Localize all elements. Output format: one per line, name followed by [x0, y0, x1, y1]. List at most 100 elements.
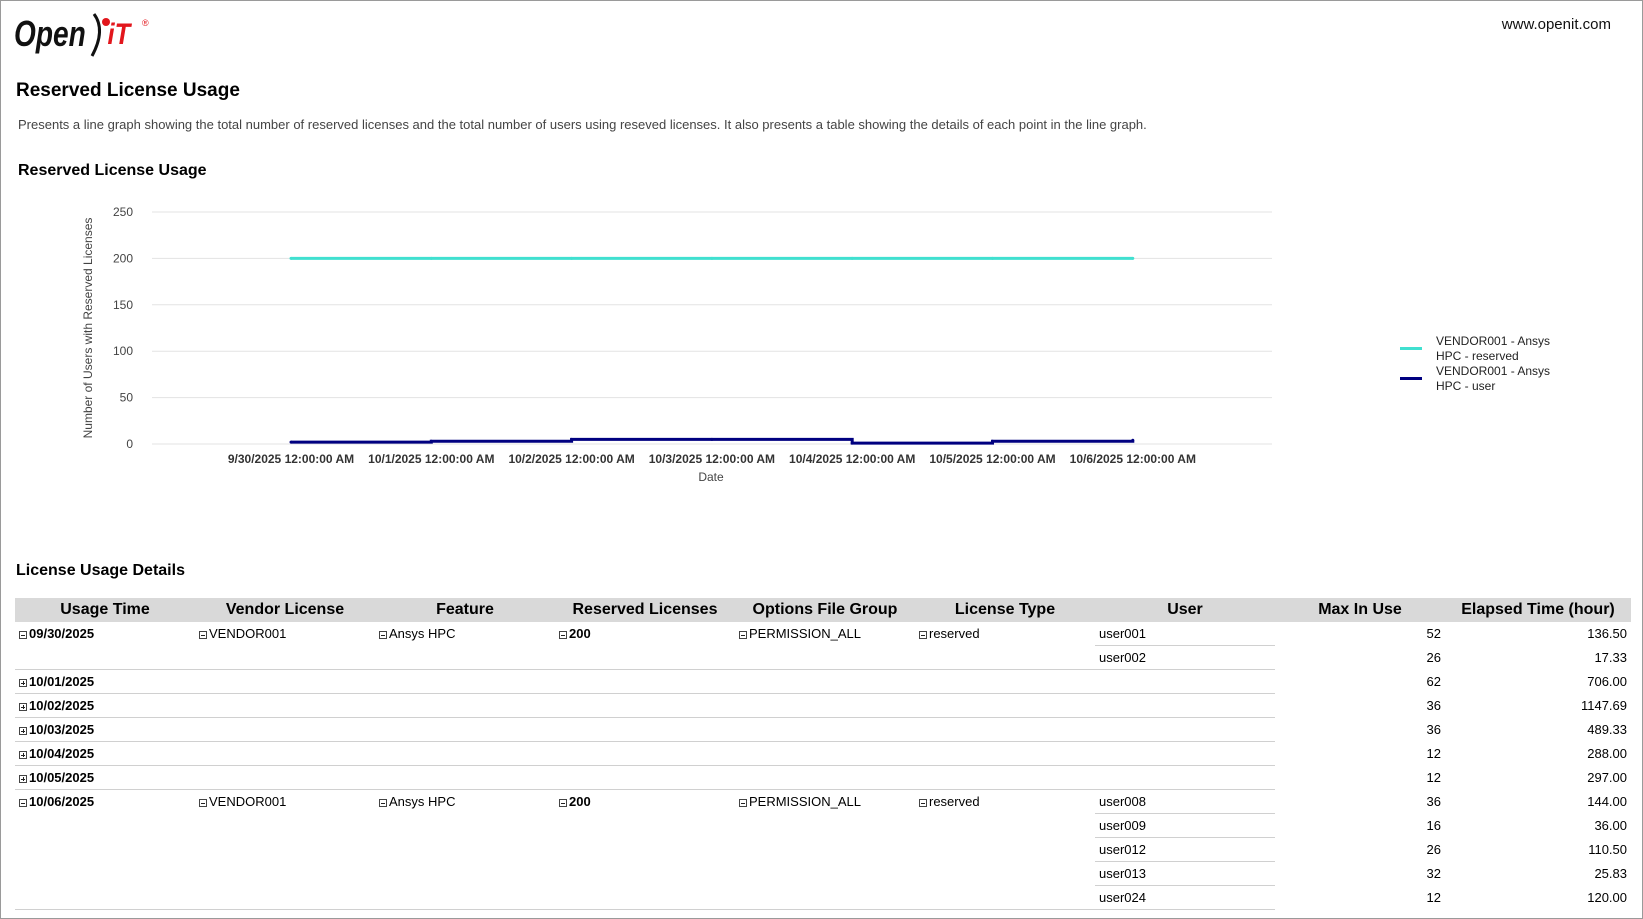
expand-icon[interactable] [19, 679, 27, 687]
reserved-count-cell [555, 838, 735, 862]
svg-text:iT: iT [108, 17, 132, 50]
user-name: user009 [1099, 818, 1146, 833]
empty-cell [735, 765, 915, 790]
usage-date: 10/01/2025 [29, 674, 95, 689]
collapse-icon[interactable] [19, 799, 27, 808]
reserved-count-cell [555, 645, 735, 670]
col-user[interactable]: User [1095, 598, 1275, 622]
y-tick-label: 150 [113, 298, 133, 312]
details-title: License Usage Details [16, 562, 185, 579]
vendor-license: VENDOR001 [209, 626, 287, 642]
empty-cell [915, 765, 1095, 790]
license-type-cell [915, 814, 1095, 838]
collapse-icon[interactable] [739, 631, 747, 640]
data-point [991, 256, 994, 260]
usage-date-cell: 10/03/2025 [15, 717, 195, 742]
reserved-count-cell: 200 [555, 622, 735, 646]
empty-cell [915, 693, 1095, 718]
user-name: user002 [1099, 650, 1146, 665]
max-in-use-value: 36 [1426, 722, 1441, 737]
col-elapsed-time[interactable]: Elapsed Time (hour) [1445, 598, 1631, 622]
elapsed-time-value: 136.50 [1587, 626, 1627, 642]
table-row: 09/30/2025 VENDOR001 Ansys HPC 200 PERMISSIO… [15, 622, 1631, 646]
data-point [429, 256, 433, 260]
collapse-icon[interactable] [559, 631, 567, 640]
collapse-icon[interactable] [739, 799, 747, 808]
expand-icon[interactable] [19, 727, 27, 735]
usage-date: 10/06/2025 [29, 794, 95, 810]
empty-cell [555, 669, 735, 694]
vendor-license-cell [195, 862, 375, 886]
collapse-icon[interactable] [379, 631, 387, 640]
feature-cell [375, 885, 555, 910]
user-cell: user009 [1095, 813, 1275, 838]
table-row: user024 12 120.00 [15, 885, 1631, 910]
user-cell [1095, 717, 1275, 742]
vendor-license-cell [195, 838, 375, 862]
col-options-file-group[interactable]: Options File Group [735, 598, 915, 622]
collapse-icon[interactable] [19, 631, 27, 640]
col-max-in-use[interactable]: Max In Use [1275, 598, 1445, 622]
reserved-count-cell: 200 [555, 790, 735, 814]
usage-date-cell: 10/02/2025 [15, 693, 195, 718]
col-license-type[interactable]: License Type [915, 598, 1095, 622]
empty-cell [915, 717, 1095, 742]
usage-date-cell [15, 838, 195, 862]
reserved-count-cell [555, 862, 735, 886]
empty-cell [735, 741, 915, 766]
legend-label-reserved: VENDOR001 - Ansys HPC - reserved [1436, 334, 1551, 363]
collapse-icon[interactable] [379, 799, 387, 808]
collapse-icon[interactable] [199, 799, 207, 808]
expand-icon[interactable] [19, 703, 27, 711]
col-feature[interactable]: Feature [375, 598, 555, 622]
license-type-cell [915, 645, 1095, 670]
empty-cell [195, 693, 375, 718]
table-row: 10/04/2025 12 288.00 [15, 741, 1631, 766]
elapsed-time-value: 297.00 [1587, 770, 1627, 785]
col-reserved-licenses[interactable]: Reserved Licenses [555, 598, 735, 622]
elapsed-time-value: 706.00 [1587, 674, 1627, 689]
user-name: user008 [1099, 794, 1146, 809]
collapse-icon[interactable] [559, 799, 567, 808]
elapsed-time-value: 110.50 [1588, 842, 1627, 857]
options-group-cell [735, 814, 915, 838]
col-usage-time[interactable]: Usage Time [15, 598, 195, 622]
site-link[interactable]: www.openit.com [1502, 16, 1611, 33]
chart-legend: VENDOR001 - Ansys HPC - reserved VENDOR0… [1400, 334, 1566, 394]
y-tick-label: 0 [126, 437, 133, 451]
legend-item-user[interactable]: VENDOR001 - Ansys HPC - user [1400, 364, 1566, 394]
x-tick-label: 10/5/2025 12:00:00 AM [929, 452, 1055, 466]
user-cell [1095, 693, 1275, 718]
collapse-icon[interactable] [919, 799, 927, 808]
x-tick-label: 9/30/2025 12:00:00 AM [228, 452, 354, 466]
license-type: reserved [929, 794, 980, 810]
options-group: PERMISSION_ALL [749, 794, 861, 810]
feature-cell [375, 814, 555, 838]
usage-date-cell: 10/05/2025 [15, 765, 195, 790]
legend-item-reserved[interactable]: VENDOR001 - Ansys HPC - reserved [1400, 334, 1566, 364]
empty-cell [555, 717, 735, 742]
expand-icon[interactable] [19, 775, 27, 783]
usage-date: 10/03/2025 [29, 722, 95, 737]
vendor-license-cell: VENDOR001 [195, 790, 375, 814]
user-name: user024 [1099, 890, 1146, 905]
max-in-use-value: 26 [1426, 650, 1441, 665]
empty-cell [375, 765, 555, 790]
expand-icon[interactable] [19, 751, 27, 759]
feature-cell: Ansys HPC [375, 790, 555, 814]
user-cell: user024 [1095, 885, 1275, 910]
col-vendor-license[interactable]: Vendor License [195, 598, 375, 622]
empty-cell [735, 693, 915, 718]
options-group-cell: PERMISSION_ALL [735, 622, 915, 646]
elapsed-time-value: 288.00 [1587, 746, 1627, 761]
x-tick-label: 10/2/2025 12:00:00 AM [508, 452, 634, 466]
collapse-icon[interactable] [199, 631, 207, 640]
usage-date-cell [15, 645, 195, 670]
table-row: 10/06/2025 VENDOR001 Ansys HPC 200 PERMISSIO… [15, 789, 1631, 814]
legend-swatch-reserved [1400, 347, 1422, 350]
collapse-icon[interactable] [919, 631, 927, 640]
usage-date-cell [15, 814, 195, 838]
usage-date: 10/05/2025 [29, 770, 95, 785]
reserved-count-cell [555, 814, 735, 838]
user-cell: user008 [1095, 789, 1275, 814]
